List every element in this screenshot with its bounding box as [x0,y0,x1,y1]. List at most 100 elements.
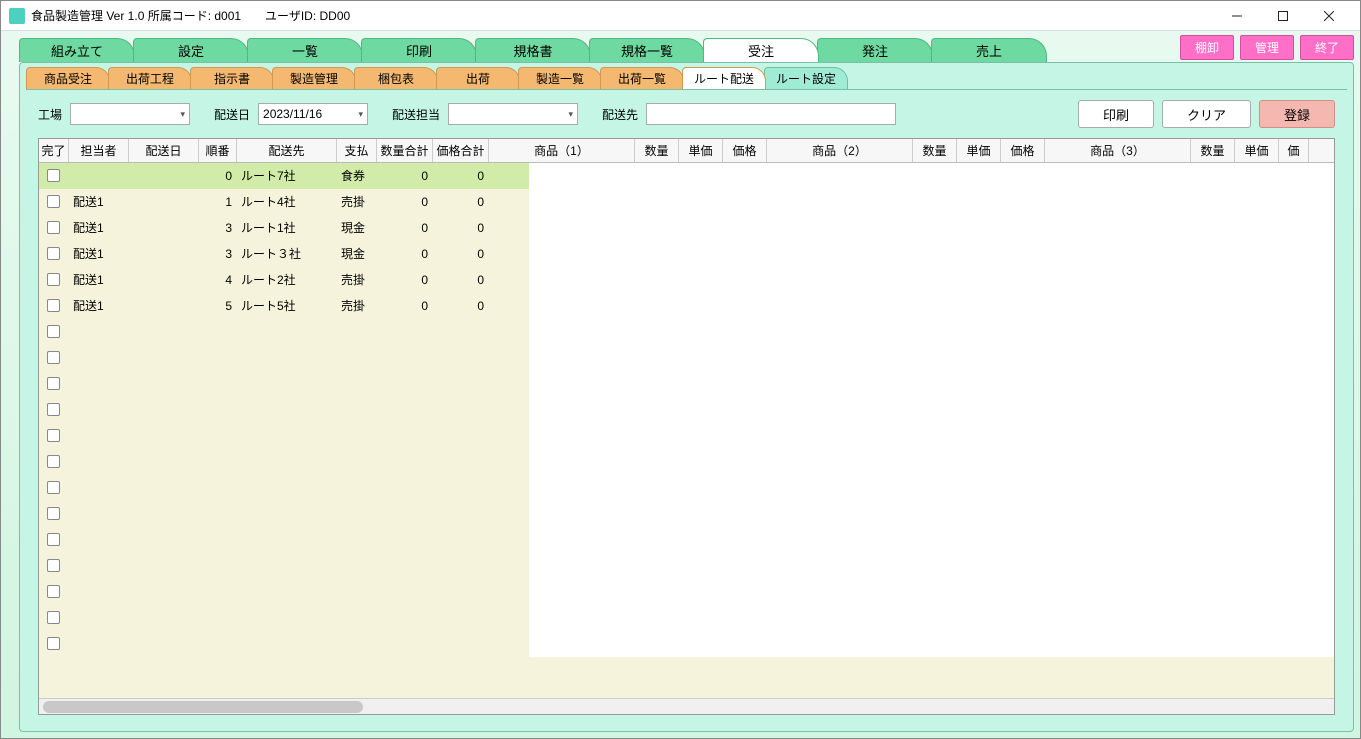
grid-body[interactable]: 0ルート7社食券00配送11ルート4社売掛00配送13ルート1社現金00配送13… [39,163,1334,698]
column-header[interactable]: 商品（3） [1045,139,1191,162]
column-header[interactable]: 配送日 [129,139,199,162]
cell [433,605,489,630]
done-checkbox[interactable] [47,195,60,208]
column-header[interactable]: 商品（2） [767,139,913,162]
cell: 食券 [337,163,377,188]
done-checkbox[interactable] [47,377,60,390]
minimize-button[interactable] [1214,1,1260,31]
sub-tab-5[interactable]: 出荷 [436,67,520,89]
sub-tab-4[interactable]: 梱包表 [354,67,438,89]
cell: 売掛 [337,189,377,214]
done-checkbox[interactable] [47,455,60,468]
column-header[interactable]: 価 [1279,139,1309,162]
dest-input[interactable] [646,103,896,125]
cell: 配送1 [69,293,129,318]
done-checkbox[interactable] [47,351,60,364]
factory-combo[interactable]: ▾ [70,103,190,125]
main-tab-8[interactable]: 売上 [931,38,1047,62]
main-tab-5[interactable]: 規格一覧 [589,38,705,62]
done-checkbox[interactable] [47,403,60,416]
cell [69,631,129,656]
column-header[interactable]: 完了 [39,139,69,162]
main-tab-1[interactable]: 設定 [133,38,249,62]
main-tab-6[interactable]: 受注 [703,38,819,62]
cell [433,527,489,552]
cell: 配送1 [69,241,129,266]
done-checkbox[interactable] [47,169,60,182]
cell [39,423,69,448]
sub-tab-9[interactable]: ルート設定 [764,67,848,89]
register-button[interactable]: 登録 [1259,100,1335,128]
main-tab-3[interactable]: 印刷 [361,38,477,62]
column-header[interactable]: 数量 [1191,139,1235,162]
column-header[interactable]: 担当者 [69,139,129,162]
done-checkbox[interactable] [47,221,60,234]
sub-tab-1[interactable]: 出荷工程 [108,67,192,89]
column-header[interactable]: 価格合計 [433,139,489,162]
driver-combo[interactable]: ▾ [448,103,578,125]
scrollbar-thumb[interactable] [43,701,363,713]
corner-button-0[interactable]: 棚卸 [1180,35,1234,60]
corner-button-1[interactable]: 管理 [1240,35,1294,60]
sub-tab-7[interactable]: 出荷一覧 [600,67,684,89]
done-checkbox[interactable] [47,481,60,494]
done-checkbox[interactable] [47,273,60,286]
main-tab-4[interactable]: 規格書 [475,38,591,62]
sub-tab-8[interactable]: ルート配送 [682,67,766,89]
clear-button[interactable]: クリア [1162,100,1251,128]
horizontal-scrollbar[interactable] [39,698,1334,714]
cell [69,345,129,370]
done-checkbox[interactable] [47,325,60,338]
main-tab-2[interactable]: 一覧 [247,38,363,62]
sub-tab-0[interactable]: 商品受注 [26,67,110,89]
column-header[interactable]: 単価 [679,139,723,162]
cell: 0 [433,241,489,266]
maximize-button[interactable] [1260,1,1306,31]
column-header[interactable]: 商品（1） [489,139,635,162]
column-header[interactable]: 数量合計 [377,139,433,162]
done-checkbox[interactable] [47,559,60,572]
cell [69,579,129,604]
cell [129,553,199,578]
corner-button-2[interactable]: 終了 [1300,35,1354,60]
main-tab-7[interactable]: 発注 [817,38,933,62]
sub-tab-6[interactable]: 製造一覧 [518,67,602,89]
column-header[interactable]: 単価 [957,139,1001,162]
done-checkbox[interactable] [47,507,60,520]
cell: ルート2社 [237,267,337,292]
cell [69,501,129,526]
grid-header: 完了担当者配送日順番配送先支払数量合計価格合計商品（1）数量単価価格商品（2）数… [39,139,1334,163]
close-button[interactable] [1306,1,1352,31]
cell [129,397,199,422]
cell [237,605,337,630]
maximize-icon [1278,11,1288,21]
cell: 0 [199,163,237,188]
column-header[interactable]: 支払 [337,139,377,162]
cell: 売掛 [337,293,377,318]
cell [433,423,489,448]
window-controls [1214,1,1352,31]
column-header[interactable]: 価格 [723,139,767,162]
done-checkbox[interactable] [47,637,60,650]
sub-tab-3[interactable]: 製造管理 [272,67,356,89]
done-checkbox[interactable] [47,585,60,598]
column-header[interactable]: 単価 [1235,139,1279,162]
column-header[interactable]: 配送先 [237,139,337,162]
done-checkbox[interactable] [47,429,60,442]
cell [199,579,237,604]
column-header[interactable]: 数量 [635,139,679,162]
sub-tab-2[interactable]: 指示書 [190,67,274,89]
cell [39,501,69,526]
column-header[interactable]: 順番 [199,139,237,162]
column-header[interactable]: 数量 [913,139,957,162]
column-header[interactable]: 価格 [1001,139,1045,162]
done-checkbox[interactable] [47,299,60,312]
print-button[interactable]: 印刷 [1078,100,1154,128]
date-value: 2023/11/16 [263,107,322,121]
main-tab-0[interactable]: 組み立て [19,38,135,62]
done-checkbox[interactable] [47,533,60,546]
done-checkbox[interactable] [47,247,60,260]
date-combo[interactable]: 2023/11/16 ▾ [258,103,368,125]
cell [377,449,433,474]
done-checkbox[interactable] [47,611,60,624]
